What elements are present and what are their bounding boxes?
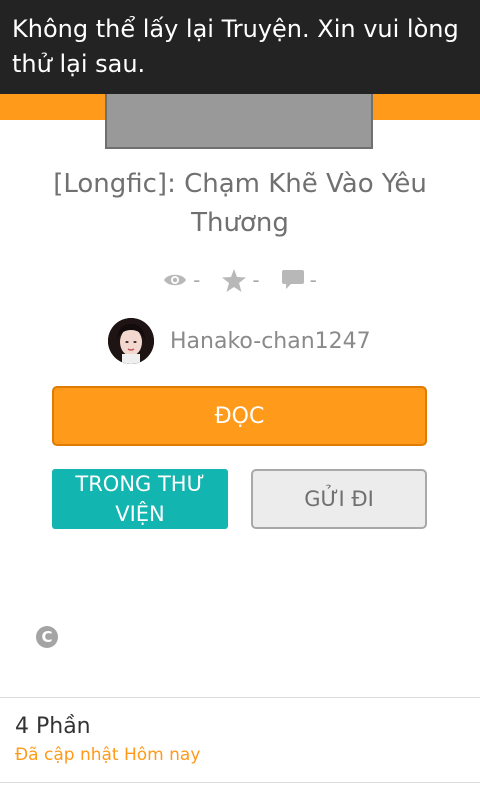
library-button[interactable]: TRONG THƯ VIỆN (52, 469, 228, 529)
star-icon (222, 268, 247, 292)
story-cover[interactable] (105, 90, 373, 149)
author-name[interactable]: Hanako-chan1247 (170, 329, 371, 354)
send-button[interactable]: GỬI ĐI (251, 469, 427, 529)
views-stat: - (163, 268, 200, 292)
divider (0, 697, 480, 698)
author-row[interactable]: Hanako-chan1247 (108, 317, 371, 365)
comment-icon (281, 270, 304, 289)
views-count: - (193, 268, 201, 292)
comments-stat: - (281, 268, 317, 292)
error-toast: Không thể lấy lại Truyện. Xin vui lòng t… (0, 0, 480, 94)
divider (0, 782, 480, 783)
comments-count: - (309, 268, 317, 292)
story-title: [Longfic]: Chạm Khẽ Vào Yêu Thương (53, 169, 427, 238)
copyright-icon[interactable]: C (36, 626, 58, 648)
story-stats: - - - (0, 262, 480, 298)
read-button[interactable]: ĐỌC (52, 386, 427, 446)
updated-label: Đã cập nhật Hôm nay (15, 745, 201, 765)
eye-icon (164, 274, 187, 286)
votes-count: - (252, 268, 260, 292)
toast-message: Không thể lấy lại Truyện. Xin vui lòng t… (12, 15, 459, 78)
votes-stat: - (222, 268, 260, 292)
author-avatar[interactable] (108, 318, 154, 364)
parts-count[interactable]: 4 Phần (15, 714, 91, 739)
